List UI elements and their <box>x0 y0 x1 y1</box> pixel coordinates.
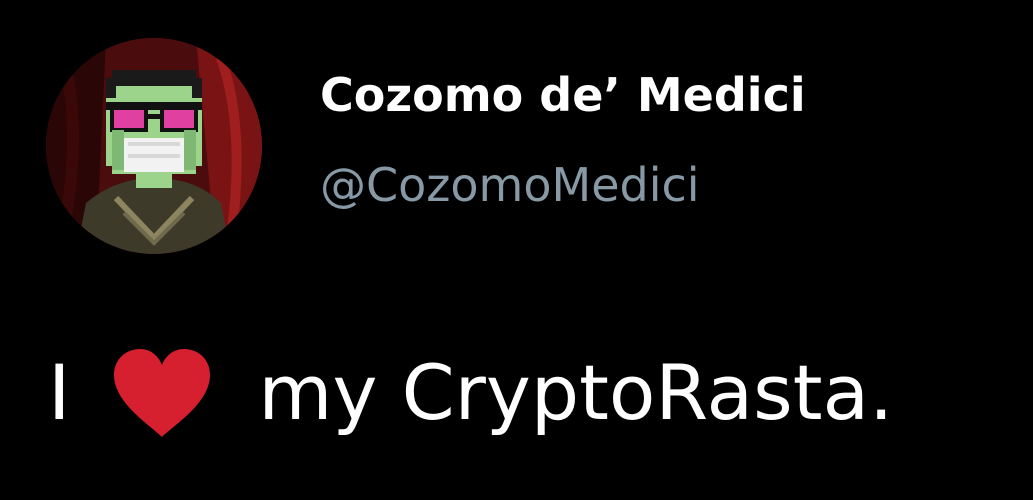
user-handle[interactable]: @CozomoMedici <box>320 162 700 208</box>
tweet-text-after: my CryptoRasta. <box>258 348 894 437</box>
display-name[interactable]: Cozomo de’ Medici <box>320 72 806 118</box>
avatar-image <box>46 38 262 254</box>
avatar[interactable] <box>46 38 262 254</box>
tweet-text: I my CryptoRasta. <box>48 338 893 448</box>
heart-icon <box>110 345 214 441</box>
tweet-text-before: I <box>48 348 71 437</box>
tweet: Cozomo de’ Medici @CozomoMedici I my Cry… <box>0 0 1033 500</box>
